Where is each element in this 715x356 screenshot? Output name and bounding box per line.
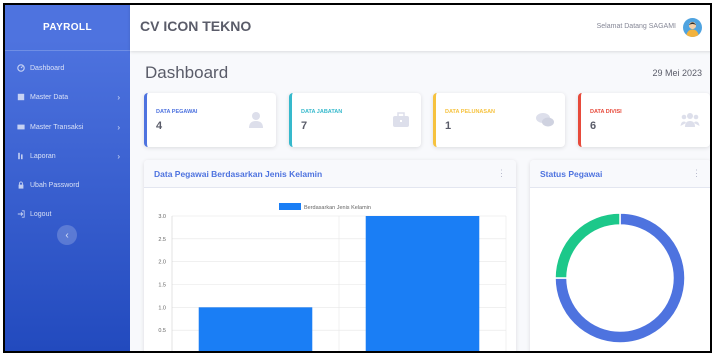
card-value: 6 [590,120,597,132]
table-icon [17,124,25,130]
panel-title: Status Pegawai [540,169,603,179]
brand-logo[interactable]: PAYROLL [5,5,130,51]
card-label: DATA PELUNASAN [445,109,496,115]
briefcase-icon [393,112,409,127]
card-data-pelunasan[interactable]: DATA PELUNASAN 1 [433,93,565,147]
y-tick-label: 1.0 [158,305,166,311]
donut-chart [554,212,686,344]
more-vertical-icon[interactable]: ⋮ [692,168,701,179]
user-greeting[interactable]: Selamat Datang SAGAMI [597,23,676,30]
more-vertical-icon[interactable]: ⋮ [497,168,506,179]
card-data-jabatan[interactable]: DATA JABATAN 7 [289,93,421,147]
bar [365,216,480,351]
lock-icon [18,181,24,189]
panel-header: Status Pegawai ⋮ [530,160,710,188]
y-tick-label: 2.0 [158,260,166,266]
chevron-left-icon: ‹ [65,229,69,241]
dashboard-icon [17,64,25,72]
sidebar-item-label: Ubah Password [30,181,80,189]
logout-icon [17,210,25,218]
chevron-right-icon: › [117,151,120,161]
card-value: 4 [156,120,163,132]
sidebar-item-label: Logout [30,210,52,218]
sidebar-item-logout[interactable]: Logout [5,206,130,222]
card-label: DATA DIVISI [590,109,622,115]
y-tick-label: 3.0 [158,214,166,220]
page-date: 29 Mei 2023 [652,68,702,78]
sidebar-item-master-transaksi[interactable]: Master Transaksi › [5,119,130,135]
y-tick-label: 0 [163,351,166,353]
bar-chart: Berdasarkan Jenis Kelamin 0 0.5 1.0 1.5 2.0 2.… [158,203,507,353]
card-value: 7 [301,120,308,132]
panel-header: Data Pegawai Berdasarkan Jenis Kelamin ⋮ [144,160,516,188]
company-name: CV ICON TEKNO [140,18,252,34]
user-avatar-icon [686,21,699,37]
page-title: Dashboard [145,63,229,82]
sidebar-item-master-data[interactable]: Master Data › [5,89,130,105]
sidebar-item-dashboard[interactable]: Dashboard [5,60,130,76]
users-icon [680,113,700,127]
donut-slice [554,212,621,279]
card-label: DATA PEGAWAI [156,109,198,115]
y-tick-label: 0.5 [158,328,166,334]
report-icon [18,152,23,160]
sidebar-item-laporan[interactable]: Laporan › [5,148,130,164]
y-tick-label: 2.5 [158,237,166,243]
user-icon [249,112,263,128]
comments-icon [536,113,554,127]
sidebar-item-label: Master Transaksi [30,123,84,131]
sidebar-toggle-button[interactable]: ‹ [57,225,77,245]
bar [198,307,313,351]
legend-swatch [279,203,301,210]
card-data-pegawai[interactable]: DATA PEGAWAI 4 [144,93,276,147]
card-data-divisi[interactable]: DATA DIVISI 6 [578,93,710,147]
chevron-right-icon: › [117,122,120,132]
donut-chart-panel: Status Pegawai ⋮ [530,160,710,351]
legend-label: Berdasarkan Jenis Kelamin [304,205,371,211]
chevron-right-icon: › [117,92,120,102]
topbar: CV ICON TEKNO Selamat Datang SAGAMI [130,5,710,51]
card-label: DATA JABATAN [301,109,343,115]
sidebar-item-label: Laporan [30,152,56,160]
grid-icon [17,93,25,101]
panel-title: Data Pegawai Berdasarkan Jenis Kelamin [154,169,323,179]
sidebar-item-ubah-password[interactable]: Ubah Password [5,177,130,193]
avatar[interactable] [683,18,702,37]
sidebar: PAYROLL Dashboard Master Data › Master T… [5,5,130,351]
y-tick-label: 1.5 [158,283,166,289]
sidebar-item-label: Master Data [30,93,69,101]
bar-chart-panel: Data Pegawai Berdasarkan Jenis Kelamin ⋮… [144,160,516,353]
sidebar-item-label: Dashboard [30,64,65,72]
card-value: 1 [445,120,452,132]
app-window: PAYROLL Dashboard Master Data › Master T… [3,3,712,353]
